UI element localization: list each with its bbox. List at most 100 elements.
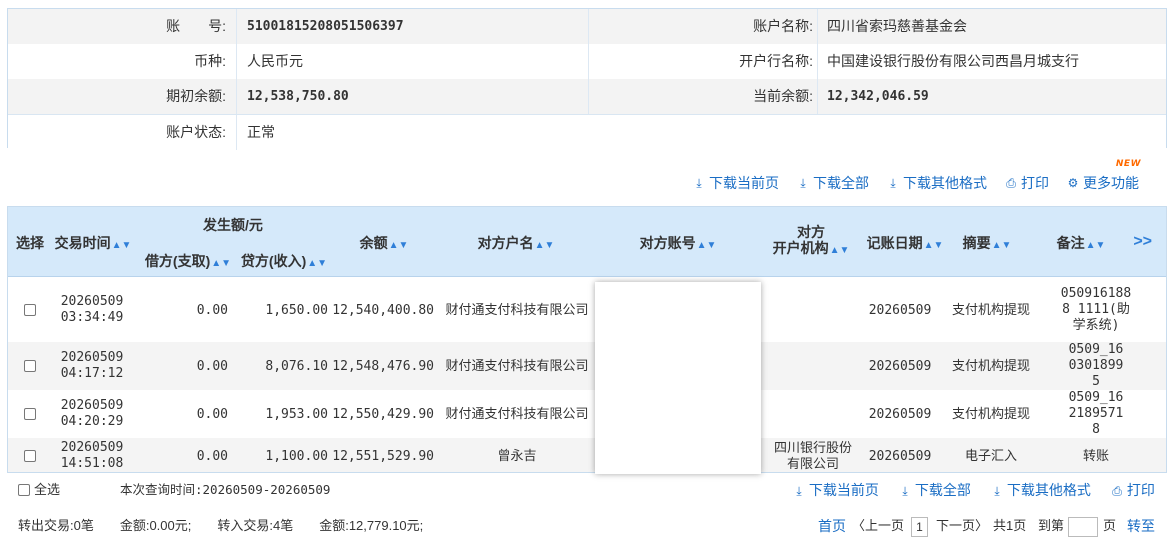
sort-icon: ▲▼ [696, 240, 717, 251]
col-time[interactable]: 交易时间▲▼ [54, 233, 132, 253]
double-chevron-right-icon[interactable]: >> [1133, 233, 1152, 251]
counterparty-name-cell: 财付通支付科技有限公司 [445, 406, 589, 421]
sort-icon: ▲▼ [307, 258, 328, 269]
post-date-cell: 20260509 [868, 358, 932, 374]
row-checkbox[interactable] [24, 450, 36, 462]
remark-cell: 0509161888 1111(助学系统) [1060, 286, 1132, 333]
goto-label: 到第 [1038, 518, 1065, 533]
new-badge: NEW [1115, 159, 1141, 169]
credit-cell: 1,650.00 [265, 302, 328, 318]
goto-button[interactable]: 转至 [1127, 514, 1155, 538]
post-date-cell: 20260509 [868, 448, 932, 464]
counterparty-name-cell: 财付通支付科技有限公司 [445, 302, 589, 317]
account-name-value: 四川省索玛慈善基金会 [827, 18, 967, 34]
bank-label: 开户行名称: [739, 53, 813, 69]
download-icon: ⤓ [696, 176, 702, 190]
currency-value: 人民币元 [247, 53, 303, 69]
select-all[interactable]: 全选 [18, 478, 60, 502]
prev-page-link[interactable]: 〈上一页 [852, 514, 904, 538]
footer-print-link[interactable]: ⎙ 打印 [1111, 478, 1155, 502]
download-page-link[interactable]: ⤓ 下载当前页 [693, 173, 779, 193]
sort-icon: ▲▼ [534, 240, 555, 251]
sort-icon: ▲▼ [111, 240, 132, 251]
debit-cell: 0.00 [196, 302, 228, 318]
opening-balance-label: 期初余额: [166, 88, 226, 104]
summary-cell: 支付机构提现 [952, 406, 1031, 421]
col-counterparty-account[interactable]: 对方账号▲▼ [636, 233, 720, 253]
counterparty-name-cell: 财付通支付科技有限公司 [445, 358, 589, 373]
col-balance[interactable]: 余额▲▼ [354, 233, 414, 253]
transaction-table: 选择 交易时间▲▼ 发生额/元 借方(支取)▲▼ 贷方(收入)▲▼ 余额▲▼ 对… [7, 206, 1167, 473]
col-amount-group: 发生额/元 [203, 217, 263, 233]
summary-cell: 支付机构提现 [952, 358, 1031, 373]
col-summary[interactable]: 摘要▲▼ [960, 233, 1014, 253]
summary-cell: 电子汇入 [964, 448, 1017, 463]
select-all-checkbox[interactable] [18, 484, 30, 496]
credit-cell: 8,076.10 [265, 358, 328, 374]
table-row: 20260509 14:51:08 0.00 1,100.00 12,551,52… [8, 438, 1166, 472]
footer-download-page-link[interactable]: ⤓ 下载当前页 [793, 478, 879, 502]
table-row: 20260509 03:34:49 0.00 1,650.00 12,540,40… [8, 278, 1166, 342]
opening-balance-value: 12,538,750.80 [247, 89, 349, 104]
account-info-panel: 账 号: 51001815208051506397 账户名称: 四川省索玛慈善基… [7, 8, 1167, 150]
redaction-box [595, 282, 761, 474]
balance-cell: 12,550,429.90 [332, 406, 434, 422]
download-all-link[interactable]: ⤓ 下载全部 [797, 173, 869, 193]
printer-icon: ⎙ [1006, 176, 1016, 190]
current-balance-value: 12,342,046.59 [827, 89, 929, 104]
transaction-summary: 转出交易:0笔 金额:0.00元; 转入交易:4笔 金额:12,779.10元; [18, 518, 424, 533]
next-page-link[interactable]: 下一页〉 [936, 514, 988, 538]
debit-cell: 0.00 [196, 448, 228, 464]
remark-cell: 0509_1603018995 [1068, 342, 1124, 389]
status-value: 正常 [247, 124, 275, 140]
col-select: 选择 [16, 235, 44, 251]
table-header: 选择 交易时间▲▼ 发生额/元 借方(支取)▲▼ 贷方(收入)▲▼ 余额▲▼ 对… [8, 207, 1166, 277]
goto-page-input[interactable] [1068, 516, 1098, 537]
account-name-label: 账户名称: [753, 18, 813, 34]
footer-download-all-link[interactable]: ⤓ 下载全部 [899, 478, 971, 502]
table-footer: 全选 本次查询时间:20260509-20260509 ⤓ 下载当前页 ⤓ 下载… [0, 478, 1169, 504]
post-date-cell: 20260509 [868, 302, 932, 318]
sort-icon: ▲▼ [991, 240, 1012, 251]
col-debit[interactable]: 借方(支取)▲▼ [136, 251, 240, 271]
currency-label: 币种: [194, 53, 226, 69]
footer-download-other-link[interactable]: ⤓ 下载其他格式 [991, 478, 1091, 502]
col-credit[interactable]: 贷方(收入)▲▼ [238, 251, 330, 271]
printer-icon: ⎙ [1112, 484, 1122, 498]
more-functions-link[interactable]: ⚙ 更多功能 NEW [1067, 159, 1141, 193]
download-icon: ⤓ [994, 484, 1000, 498]
col-post-date[interactable]: 记账日期▲▼ [866, 233, 944, 253]
download-icon: ⤓ [890, 176, 896, 190]
sort-icon: ▲▼ [1085, 240, 1106, 251]
page-suffix: 页 [1103, 518, 1117, 533]
sort-icon: ▲▼ [923, 240, 944, 251]
info-row-status: 账户状态: 正常 [8, 114, 1166, 150]
top-toolbar: ⤓ 下载当前页 ⤓ 下载全部 ⤓ 下载其他格式 ⎙ 打印 ⚙ 更多功能 NEW [693, 159, 1141, 198]
counterparty-bank-cell: 四川银行股份有限公司 [773, 440, 852, 471]
info-row-currency: 币种: 人民币元 开户行名称: 中国建设银行股份有限公司西昌月城支行 [8, 44, 1166, 79]
row-checkbox[interactable] [24, 408, 36, 420]
total-pages: 共1页 [993, 518, 1027, 533]
sort-icon: ▲▼ [829, 245, 850, 256]
row-checkbox[interactable] [24, 304, 36, 316]
info-row-balance: 期初余额: 12,538,750.80 当前余额: 12,342,046.59 [8, 79, 1166, 114]
summary-and-pagination: 转出交易:0笔 金额:0.00元; 转入交易:4笔 金额:12,779.10元;… [0, 514, 1169, 538]
bank-value: 中国建设银行股份有限公司西昌月城支行 [827, 53, 1079, 69]
download-other-format-link[interactable]: ⤓ 下载其他格式 [887, 173, 987, 193]
post-date-cell: 20260509 [868, 406, 932, 422]
download-icon: ⤓ [800, 176, 806, 190]
status-label: 账户状态: [166, 124, 226, 140]
row-checkbox[interactable] [24, 360, 36, 372]
print-link[interactable]: ⎙ 打印 [1005, 173, 1049, 193]
account-no-value: 51001815208051506397 [247, 19, 404, 34]
col-counterparty-name[interactable]: 对方户名▲▼ [476, 233, 556, 253]
remark-cell: 0509_1621895718 [1068, 390, 1124, 437]
col-counterparty-bank[interactable]: 对方 开户机构▲▼ [770, 224, 852, 259]
counterparty-name-cell: 曾永吉 [497, 448, 537, 463]
col-remark[interactable]: 备注▲▼ [1054, 233, 1108, 253]
first-page-link[interactable]: 首页 [818, 514, 846, 538]
download-icon: ⤓ [902, 484, 908, 498]
sort-icon: ▲▼ [388, 240, 409, 251]
debit-cell: 0.00 [196, 358, 228, 374]
balance-cell: 12,540,400.80 [332, 302, 434, 318]
